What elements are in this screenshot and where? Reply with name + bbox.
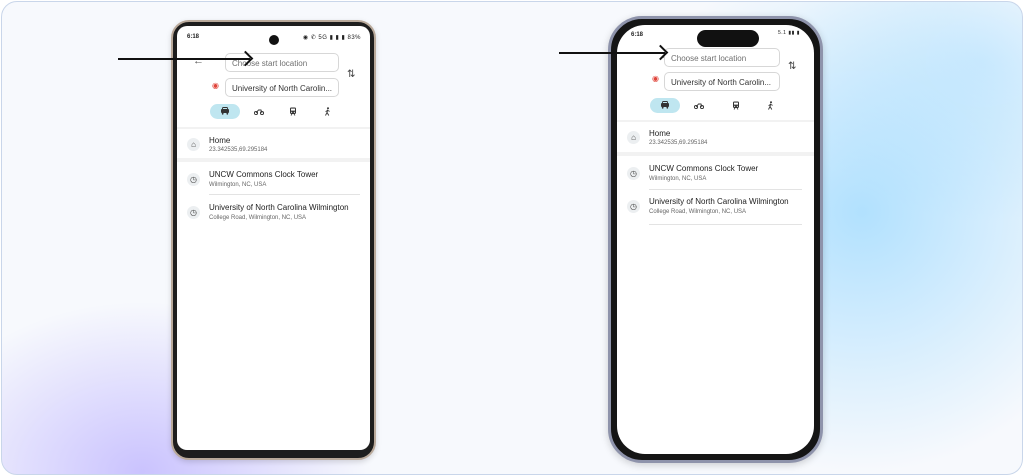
mode-walk-button[interactable]	[312, 104, 342, 119]
clock-icon: ◷	[627, 167, 640, 180]
mode-transit-button[interactable]	[278, 104, 308, 119]
home-row[interactable]: ⌂ Home 23.342535,69.295184	[617, 122, 814, 152]
dynamic-island	[697, 30, 759, 47]
iphone-screen: 6:18 5.1 ▮▮ ▮ ← Choose start location ◉ …	[617, 25, 814, 454]
list-item-subtitle: 23.342535,69.295184	[649, 140, 708, 146]
android-screen: 6:18 ◉ ✆ 5G ▮ ▮ ▮ 83% ← Choose start loc…	[177, 26, 370, 450]
status-time: 6:18	[631, 32, 644, 38]
clock-icon: ◷	[627, 200, 640, 213]
clock-icon: ◷	[187, 206, 200, 219]
mode-motorcycle-button[interactable]	[244, 104, 274, 119]
divider	[649, 224, 802, 225]
list-item[interactable]: ◷ University of North Carolina Wilmingto…	[187, 201, 360, 229]
home-row[interactable]: ⌂ Home 23.342535,69.295184	[177, 129, 370, 158]
list-item[interactable]: ◷ UNCW Commons Clock Tower Wilmington, N…	[187, 168, 360, 196]
list-item-title: Home	[209, 136, 231, 145]
list-item-title: UNCW Commons Clock Tower	[649, 164, 759, 173]
mode-car-button[interactable]	[210, 104, 240, 119]
presentation-canvas: 6:18 ◉ ✆ 5G ▮ ▮ ▮ 83% ← Choose start loc…	[1, 1, 1023, 475]
list-item-subtitle: Wilmington, NC, USA	[209, 182, 267, 188]
home-icon: ⌂	[627, 131, 640, 144]
walk-icon	[324, 106, 330, 116]
mode-motorcycle-button[interactable]	[684, 98, 714, 113]
camera-punch-hole	[269, 35, 279, 45]
walk-icon	[767, 100, 773, 110]
list-item-title: University of North Carolina Wilmington	[209, 203, 349, 212]
start-location-input[interactable]: Choose start location	[664, 48, 780, 67]
android-phone-frame: 6:18 ◉ ✆ 5G ▮ ▮ ▮ 83% ← Choose start loc…	[171, 20, 376, 460]
list-item-subtitle: College Road, Wilmington, NC, USA	[649, 209, 747, 215]
list-item-subtitle: Wilmington, NC, USA	[649, 176, 707, 182]
iphone-frame: 6:18 5.1 ▮▮ ▮ ← Choose start location ◉ …	[608, 16, 823, 463]
list-item-subtitle: College Road, Wilmington, NC, USA	[209, 215, 307, 221]
mode-transit-button[interactable]	[721, 98, 751, 113]
annotation-arrow-right	[559, 52, 665, 54]
destination-input[interactable]: University of North Carolin...	[664, 72, 780, 91]
list-item[interactable]: ⌂ Home 23.342535,69.295184	[627, 126, 804, 148]
swap-direction-icon[interactable]: ⇅	[788, 61, 796, 72]
back-arrow-icon[interactable]: ←	[193, 55, 204, 67]
list-item-title: Home	[649, 129, 671, 138]
swap-direction-icon[interactable]: ⇅	[347, 69, 355, 80]
mode-walk-button[interactable]	[755, 98, 785, 113]
list-item-title: University of North Carolina Wilmington	[649, 197, 789, 206]
list-item[interactable]: ◷ University of North Carolina Wilmingto…	[627, 195, 804, 223]
home-icon: ⌂	[187, 138, 200, 151]
car-icon	[661, 101, 669, 109]
list-item[interactable]: ⌂ Home 23.342535,69.295184	[187, 133, 360, 155]
location-pin-icon: ◉	[212, 81, 219, 90]
status-icons: 5.1 ▮▮ ▮	[778, 30, 800, 36]
motorcycle-icon	[253, 109, 265, 115]
status-time: 6:18	[187, 34, 200, 40]
destination-input[interactable]: University of North Carolin...	[225, 78, 339, 97]
clock-icon: ◷	[187, 173, 200, 186]
train-icon	[733, 101, 739, 110]
status-bar: 6:18 ◉ ✆ 5G ▮ ▮ ▮ 83%	[177, 26, 370, 45]
divider	[209, 194, 360, 195]
motorcycle-icon	[693, 103, 705, 109]
status-icons: ◉ ✆ 5G ▮ ▮ ▮ 83%	[302, 35, 361, 41]
list-item[interactable]: ◷ UNCW Commons Clock Tower Wilmington, N…	[627, 162, 804, 190]
list-item-title: UNCW Commons Clock Tower	[209, 170, 319, 179]
list-item-subtitle: 23.342535,69.295184	[209, 147, 268, 153]
annotation-arrow-left	[118, 58, 250, 60]
car-icon	[221, 107, 229, 115]
location-pin-icon: ◉	[652, 74, 659, 83]
train-icon	[290, 107, 296, 116]
divider	[649, 189, 802, 190]
status-bar: 6:18 5.1 ▮▮ ▮	[617, 25, 814, 47]
mode-car-button[interactable]	[650, 98, 680, 113]
